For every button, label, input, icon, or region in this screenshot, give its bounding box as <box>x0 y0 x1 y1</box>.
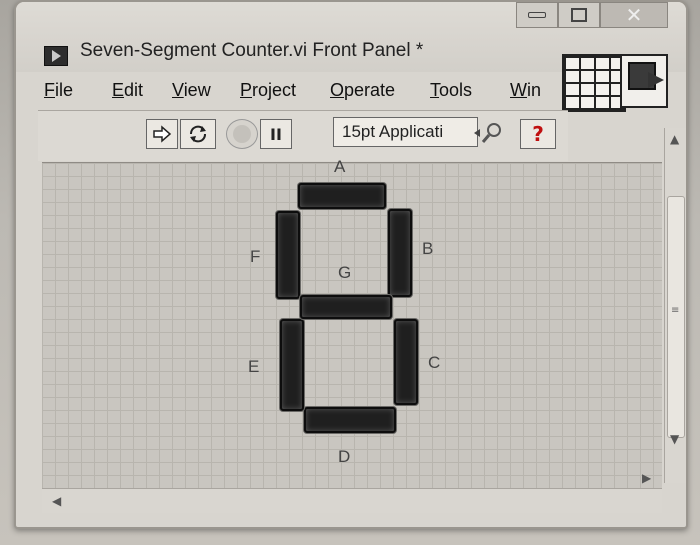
horizontal-scrollbar[interactable]: ◀ ▶ <box>42 471 662 513</box>
run-continuously-icon <box>190 125 206 143</box>
scroll-up-icon[interactable]: ▲ <box>670 132 679 146</box>
text-settings-value: 15pt Applicati <box>342 122 444 141</box>
front-panel-window: Seven-Segment Counter.vi Front Panel * ✕… <box>14 0 688 529</box>
scroll-down-icon[interactable]: ▼ <box>670 432 679 446</box>
run-button[interactable] <box>146 119 178 149</box>
menu-window-accel: W <box>510 80 527 100</box>
search-button[interactable] <box>470 119 510 147</box>
maximize-icon <box>571 8 587 22</box>
menu-tools[interactable]: Tools <box>430 80 472 101</box>
maximize-button[interactable] <box>558 2 600 28</box>
segment-e[interactable] <box>280 319 304 411</box>
segment-d[interactable] <box>304 407 396 433</box>
menu-operate-label: perate <box>344 80 396 100</box>
vi-icon-panel[interactable] <box>620 54 668 108</box>
pause-button[interactable]: II <box>260 119 292 149</box>
menu-file-accel: F <box>44 80 55 100</box>
vertical-scroll-thumb[interactable]: ≡ <box>667 196 685 438</box>
segment-label-f: F <box>250 247 261 266</box>
text-settings-dropdown[interactable]: 15pt Applicati <box>333 117 478 147</box>
segment-f[interactable] <box>276 211 300 299</box>
scroll-right-icon[interactable]: ▶ <box>642 471 651 485</box>
segment-b[interactable] <box>388 209 412 297</box>
minimize-button[interactable] <box>516 2 558 28</box>
menu-edit[interactable]: Edit <box>112 80 143 101</box>
vertical-scrollbar[interactable]: ▲ ≡ ▼ <box>664 128 686 483</box>
labview-vi-icon <box>44 46 68 66</box>
menu-view[interactable]: View <box>172 80 211 101</box>
window-controls: ✕ <box>516 2 668 28</box>
menu-file[interactable]: File <box>44 80 73 101</box>
segment-label-d: D <box>338 447 351 466</box>
segment-label-e: E <box>248 357 260 376</box>
segment-label-b: B <box>422 239 434 258</box>
minimize-icon <box>528 12 546 18</box>
pause-icon: II <box>270 124 282 144</box>
menu-operate-accel: O <box>330 80 345 100</box>
menu-window[interactable]: Win <box>510 80 541 101</box>
connector-pane[interactable] <box>562 54 626 112</box>
menu-edit-accel: E <box>112 80 125 100</box>
arrow-icon <box>648 72 664 88</box>
segment-g[interactable] <box>300 295 392 319</box>
run-arrow-icon <box>153 125 172 143</box>
menu-tools-label: ools <box>439 80 473 100</box>
close-button[interactable]: ✕ <box>600 2 668 28</box>
abort-execution-icon <box>233 125 251 143</box>
menu-window-label: in <box>527 80 542 100</box>
grip-icon: ≡ <box>671 305 680 316</box>
menu-file-label: ile <box>55 80 74 100</box>
close-icon: ✕ <box>625 3 643 27</box>
menu-bar: File Edit View Project Operate Tools Win <box>44 80 564 108</box>
menu-view-accel: V <box>172 80 184 100</box>
menu-edit-label: dit <box>124 80 144 100</box>
menu-view-label: iew <box>183 80 211 100</box>
abort-button[interactable] <box>226 119 258 149</box>
segment-label-c: C <box>428 353 441 372</box>
front-panel-canvas[interactable]: A B C D E F G <box>42 157 662 488</box>
scroll-left-icon[interactable]: ◀ <box>52 494 61 508</box>
menu-project-label: roject <box>252 80 297 100</box>
menu-project[interactable]: Project <box>240 80 296 101</box>
help-icon: ? <box>532 122 544 146</box>
search-icon <box>474 123 501 143</box>
segment-label-g: G <box>338 263 352 282</box>
segment-c[interactable] <box>394 319 418 405</box>
toolbar: II 15pt Applicati ? <box>38 110 568 161</box>
menu-tools-accel: T <box>430 80 439 100</box>
segment-label-a: A <box>334 157 346 176</box>
help-button[interactable]: ? <box>520 119 556 149</box>
menu-project-accel: P <box>240 80 253 100</box>
segment-a[interactable] <box>298 183 386 209</box>
menu-operate[interactable]: Operate <box>330 80 395 101</box>
run-continuously-button[interactable] <box>180 119 216 149</box>
window-title: Seven-Segment Counter.vi Front Panel * <box>80 40 424 61</box>
